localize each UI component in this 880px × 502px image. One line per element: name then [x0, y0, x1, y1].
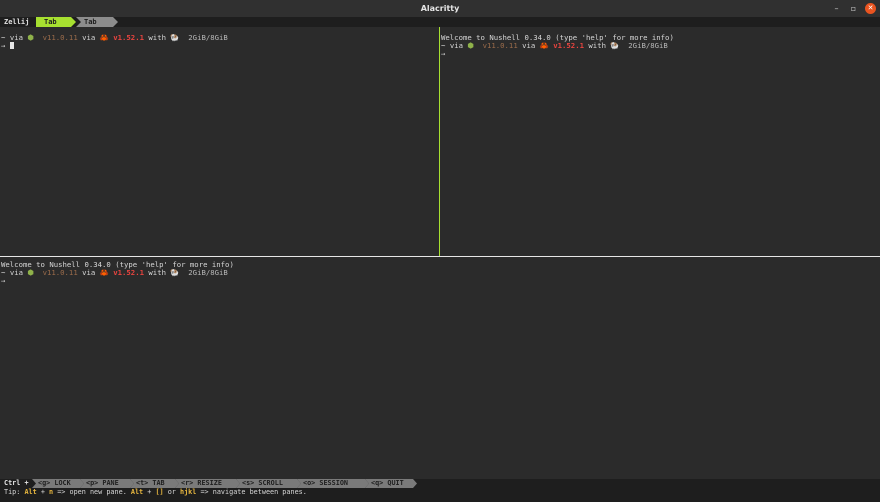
- tip-text-part: => open new pane.: [53, 488, 131, 496]
- input-line[interactable]: →: [1, 42, 14, 50]
- pane-top-left[interactable]: ~ via ⬢ v11.0.11 via 🦀 v1.52.1 with 🐏 2G…: [0, 27, 439, 256]
- tab-2[interactable]: Tab #2: [76, 17, 118, 27]
- tab-1[interactable]: Tab #1: [36, 17, 76, 27]
- tip-key: Alt: [24, 488, 37, 496]
- prompt-text: via: [449, 41, 463, 50]
- tip-prefix: Tip:: [4, 488, 25, 496]
- rust-icon: 🦀: [99, 33, 109, 42]
- tab-bar: Zellij Tab #1 Tab #2: [0, 17, 880, 27]
- tip-text-part: +: [36, 488, 50, 496]
- rust-version: v1.52.1: [113, 33, 144, 42]
- prompt-text: with: [148, 268, 166, 277]
- close-button[interactable]: ✕: [865, 3, 876, 14]
- rust-version: v1.52.1: [113, 268, 144, 277]
- input-arrow-icon: →: [1, 276, 6, 285]
- node-icon: ⬢: [27, 268, 34, 277]
- pane-mode-key[interactable]: <p> PANE: [80, 479, 134, 488]
- shell-prompt: ~ via ⬢ v11.0.11 via 🦀 v1.52.1 with 🐏 2G…: [1, 269, 228, 277]
- tip-key: []: [155, 488, 164, 496]
- resize-mode-key[interactable]: <r> RESIZE: [175, 479, 240, 488]
- window-bottom-edge: [0, 497, 880, 502]
- pane-top-right[interactable]: Welcome to Nushell 0.34.0 (type 'help' f…: [440, 27, 880, 256]
- input-line[interactable]: →: [441, 50, 445, 58]
- rust-icon: 🦀: [539, 41, 549, 50]
- prompt-text: via: [82, 33, 96, 42]
- text-cursor: [9, 42, 14, 49]
- quit-key[interactable]: <q> QUIT: [365, 479, 417, 488]
- node-icon: ⬢: [467, 41, 474, 50]
- zellij-brand: Zellij: [4, 18, 30, 26]
- window-titlebar: Alacritty – ▫ ✕: [0, 0, 880, 17]
- tip-key: Alt: [130, 488, 144, 496]
- pane-divider-horizontal[interactable]: [0, 256, 880, 257]
- rust-version: v1.52.1: [553, 41, 584, 50]
- shell-prompt: ~ via ⬢ v11.0.11 via 🦀 v1.52.1 with 🐏 2G…: [1, 34, 228, 42]
- ram-icon: 🐏: [610, 41, 620, 50]
- memory-usage: 2GiB/8GiB: [628, 41, 668, 50]
- session-mode-key[interactable]: <o> SESSION: [297, 479, 369, 488]
- prompt-text: via: [9, 33, 23, 42]
- tip-text-part: => navigate between panes.: [196, 488, 307, 496]
- pane-bottom[interactable]: Welcome to Nushell 0.34.0 (type 'help' f…: [0, 258, 880, 478]
- rust-icon: 🦀: [99, 268, 109, 277]
- shell-prompt: ~ via ⬢ v11.0.11 via 🦀 v1.52.1 with 🐏 2G…: [441, 42, 668, 50]
- tab-mode-key[interactable]: <t> TAB: [130, 479, 179, 488]
- status-bar: Ctrl + <g> LOCK <p> PANE <t> TAB <r> RES…: [0, 479, 880, 488]
- prompt-text: via: [82, 268, 96, 277]
- tip-bar: Tip: Alt + n => open new pane. Alt + [] …: [0, 488, 880, 497]
- prompt-text: via: [9, 268, 23, 277]
- tip-text: Tip: Alt + n => open new pane. Alt + [] …: [4, 488, 307, 497]
- tip-text-part: or: [163, 488, 180, 496]
- scroll-mode-key[interactable]: <s> SCROLL: [236, 479, 301, 488]
- prompt-text: with: [588, 41, 606, 50]
- node-icon: ⬢: [27, 33, 34, 42]
- ram-icon: 🐏: [170, 33, 180, 42]
- node-version: v11.0.11: [42, 268, 78, 277]
- lock-mode-key[interactable]: <g> LOCK: [32, 479, 84, 488]
- prompt-text: via: [522, 41, 536, 50]
- input-arrow-icon: →: [441, 49, 446, 58]
- node-version: v11.0.11: [42, 33, 78, 42]
- input-arrow-icon: →: [1, 41, 6, 50]
- memory-usage: 2GiB/8GiB: [188, 268, 228, 277]
- ctrl-label: Ctrl +: [4, 479, 29, 487]
- tip-text-part: +: [143, 488, 156, 496]
- minimize-button[interactable]: –: [831, 3, 842, 14]
- memory-usage: 2GiB/8GiB: [188, 33, 228, 42]
- ram-icon: 🐏: [170, 268, 180, 277]
- input-line[interactable]: →: [1, 277, 5, 285]
- window-title: Alacritty: [420, 4, 460, 13]
- maximize-button[interactable]: ▫: [848, 3, 859, 14]
- tip-key: hjkl: [180, 488, 197, 496]
- node-version: v11.0.11: [482, 41, 518, 50]
- prompt-text: with: [148, 33, 166, 42]
